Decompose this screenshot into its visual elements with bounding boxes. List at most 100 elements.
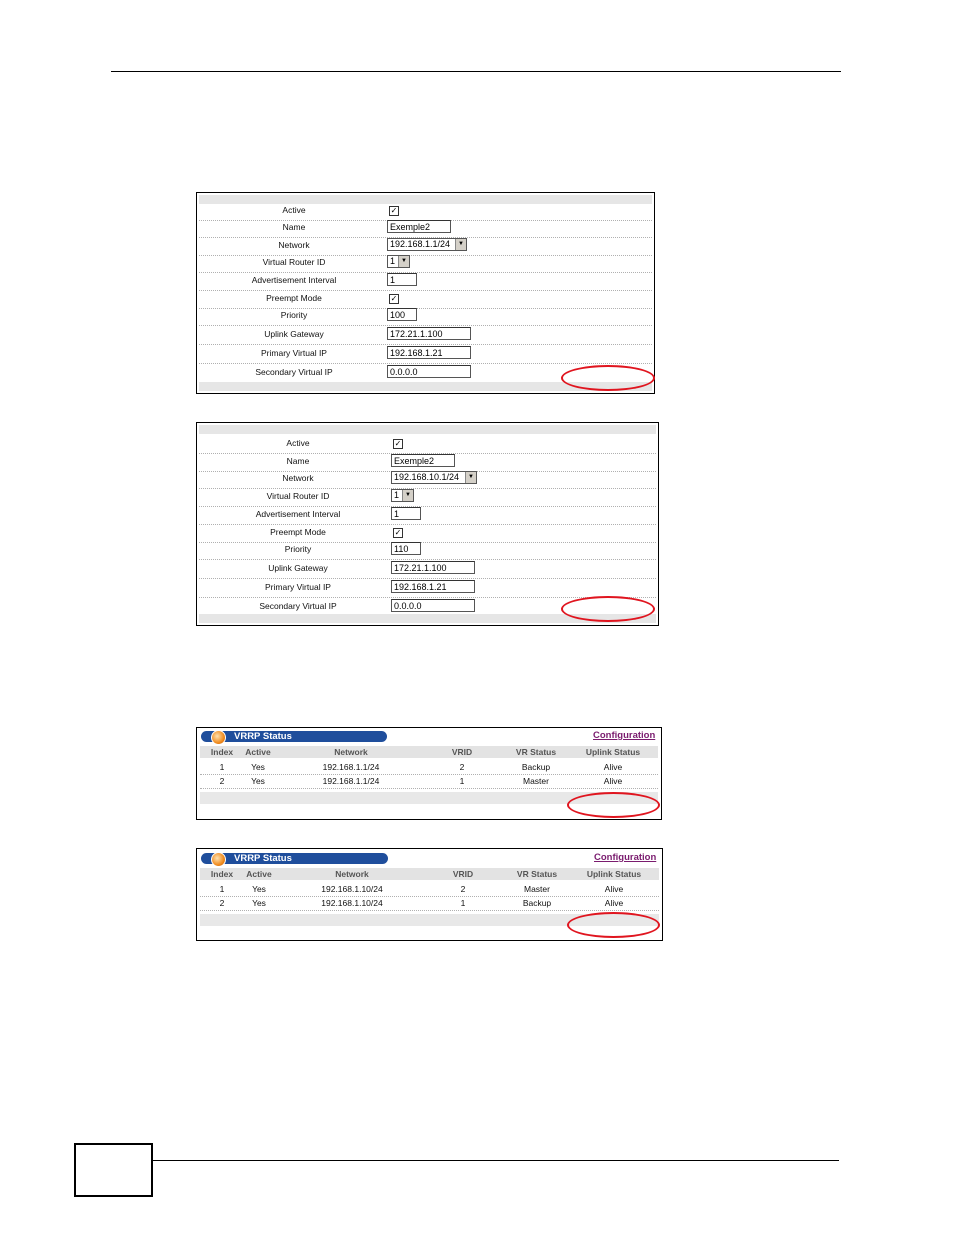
configuration-link[interactable]: Configuration	[594, 852, 656, 863]
cell-uplink-status: Alive	[604, 884, 624, 894]
header-rule	[111, 71, 841, 72]
field-label: Network	[278, 240, 310, 250]
preempt-checkbox[interactable]: ✓	[389, 294, 399, 304]
cell-network: 192.168.1.1/24	[322, 762, 380, 772]
form-row-name: Name Exemple2	[199, 219, 652, 238]
secondary-virtual-ip-input[interactable]: 0.0.0.0	[387, 365, 471, 378]
chevron-down-icon[interactable]: ▼	[465, 472, 476, 483]
highlight-ellipse	[561, 365, 655, 391]
cell-uplink-status: Alive	[604, 898, 624, 908]
cell-uplink-status: Alive	[603, 762, 623, 772]
preempt-checkbox[interactable]: ✓	[393, 528, 403, 538]
table-row: 1 Yes 192.168.1.1/24 2 Backup Alive	[200, 760, 658, 775]
form-row-uplink-gateway: Uplink Gateway 172.21.1.100	[199, 560, 656, 579]
status-orb-icon	[211, 730, 226, 745]
priority-input[interactable]: 110	[391, 542, 421, 555]
form-row-vrid: Virtual Router ID 1 ▼	[199, 488, 656, 507]
uplink-gateway-input[interactable]: 172.21.1.100	[387, 327, 471, 340]
cell-uplink-status: Alive	[603, 776, 623, 786]
field-label: Active	[282, 205, 306, 215]
form-row-vrid: Virtual Router ID 1 ▼	[199, 254, 652, 273]
col-header-uplink-status: Uplink Status	[586, 869, 642, 879]
network-select[interactable]: 192.168.10.1/24 ▼	[391, 471, 477, 484]
field-label: Secondary Virtual IP	[255, 367, 333, 377]
form-row-primary-virtual-ip: Primary Virtual IP 192.168.1.21	[199, 579, 656, 598]
primary-virtual-ip-input[interactable]: 192.168.1.21	[391, 580, 475, 593]
field-label: Priority	[284, 544, 312, 554]
field-label: Uplink Gateway	[264, 329, 324, 339]
status-title: VRRP Status	[234, 731, 292, 742]
advertisement-interval-input[interactable]: 1	[391, 507, 421, 520]
col-header-active: Active	[246, 869, 272, 879]
active-checkbox[interactable]: ✓	[389, 206, 399, 216]
active-checkbox[interactable]: ✓	[393, 439, 403, 449]
form-row-primary-virtual-ip: Primary Virtual IP 192.168.1.21	[199, 345, 652, 364]
cell-active: Yes	[251, 762, 265, 772]
vrid-select[interactable]: 1 ▼	[387, 255, 410, 268]
cell-network: 192.168.1.10/24	[321, 884, 383, 894]
field-label: Virtual Router ID	[266, 491, 330, 501]
field-label: Priority	[280, 310, 308, 320]
field-label: Active	[286, 438, 310, 448]
table-row: 2 Yes 192.168.1.10/24 1 Backup Alive	[200, 896, 659, 911]
form-row-uplink-gateway: Uplink Gateway 172.21.1.100	[199, 326, 652, 345]
highlight-ellipse	[567, 912, 660, 938]
form-row-network: Network 192.168.10.1/24 ▼	[199, 470, 656, 489]
chevron-down-icon[interactable]: ▼	[398, 256, 409, 267]
vrid-select[interactable]: 1 ▼	[391, 489, 414, 502]
highlight-ellipse	[561, 596, 655, 622]
status-title-bar: VRRP Status	[201, 852, 388, 867]
status-title-bar: VRRP Status	[201, 730, 387, 745]
name-input[interactable]: Exemple2	[391, 454, 455, 467]
status-table-header: Index Active Network VRID VR Status Upli…	[200, 868, 659, 880]
name-input[interactable]: Exemple2	[387, 220, 451, 233]
field-label: Preempt Mode	[266, 293, 322, 303]
network-select-value: 192.168.10.1/24	[394, 472, 460, 482]
table-row: 2 Yes 192.168.1.1/24 1 Master Alive	[200, 774, 658, 789]
col-header-network: Network	[334, 747, 368, 757]
status-orb-icon	[211, 852, 226, 867]
status-title: VRRP Status	[234, 853, 292, 864]
table-row: 1 Yes 192.168.1.10/24 2 Master Alive	[200, 882, 659, 897]
advertisement-interval-input[interactable]: 1	[387, 273, 417, 286]
field-label: Advertisement Interval	[255, 509, 341, 519]
status-table-header: Index Active Network VRID VR Status Upli…	[200, 746, 658, 758]
field-label: Preempt Mode	[270, 527, 326, 537]
form-header-bar	[199, 425, 656, 434]
field-label: Primary Virtual IP	[265, 582, 331, 592]
field-label: Name	[282, 222, 306, 232]
col-header-network: Network	[335, 869, 369, 879]
vrid-select-value: 1	[390, 256, 396, 266]
cell-network: 192.168.1.10/24	[321, 898, 383, 908]
field-label: Network	[282, 473, 314, 483]
footer-rule	[151, 1160, 839, 1161]
configuration-link[interactable]: Configuration	[593, 730, 655, 741]
cell-active: Yes	[252, 884, 266, 894]
vrrp-config-form-1: Active ✓ Name Exemple2 Network 192.168.1…	[196, 192, 655, 394]
primary-virtual-ip-input[interactable]: 192.168.1.21	[387, 346, 471, 359]
field-label: Advertisement Interval	[251, 275, 337, 285]
cell-active: Yes	[252, 898, 266, 908]
uplink-gateway-input[interactable]: 172.21.1.100	[391, 561, 475, 574]
network-select-value: 192.168.1.1/24	[390, 239, 451, 249]
chevron-down-icon[interactable]: ▼	[402, 490, 413, 501]
vrid-select-value: 1	[394, 490, 400, 500]
field-label: Primary Virtual IP	[261, 348, 327, 358]
network-select[interactable]: 192.168.1.1/24 ▼	[387, 238, 467, 251]
field-label: Uplink Gateway	[268, 563, 328, 573]
form-row-advertisement-interval: Advertisement Interval 1	[199, 272, 652, 291]
chevron-down-icon[interactable]: ▼	[455, 239, 466, 250]
form-row-priority: Priority 100	[199, 307, 652, 326]
field-label: Name	[286, 456, 310, 466]
vrrp-config-form-2: Active ✓ Name Exemple2 Network 192.168.1…	[196, 422, 659, 626]
cell-network: 192.168.1.1/24	[322, 776, 380, 786]
cell-active: Yes	[251, 776, 265, 786]
page-number-box	[74, 1143, 153, 1197]
form-row-advertisement-interval: Advertisement Interval 1	[199, 506, 656, 525]
secondary-virtual-ip-input[interactable]: 0.0.0.0	[391, 599, 475, 612]
field-label: Virtual Router ID	[262, 257, 326, 267]
highlight-ellipse	[567, 792, 660, 818]
priority-input[interactable]: 100	[387, 308, 417, 321]
form-row-active: Active ✓	[199, 435, 656, 454]
col-header-uplink-status: Uplink Status	[585, 747, 641, 757]
